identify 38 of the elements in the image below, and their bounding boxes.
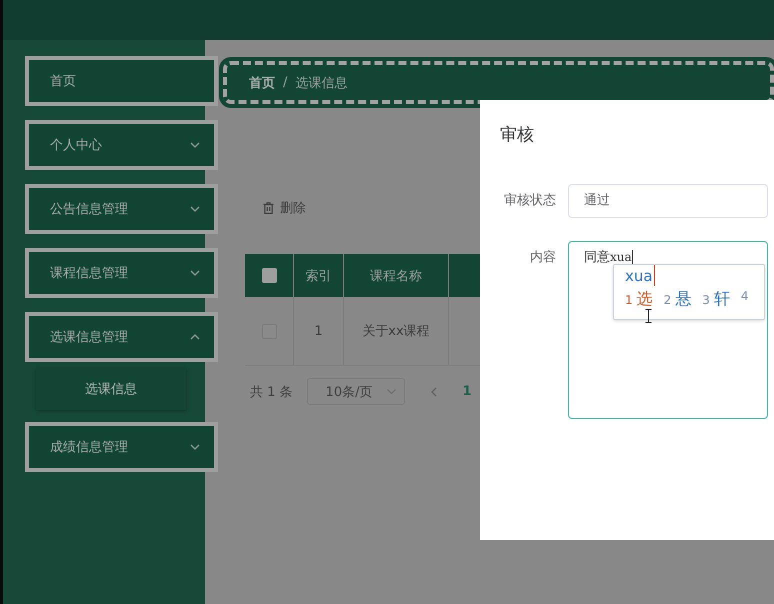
ime-candidate[interactable]: 3 轩 <box>702 289 730 310</box>
checkbox[interactable] <box>262 268 276 283</box>
menu-item[interactable]: 个人中心 <box>25 120 218 170</box>
menu-item[interactable]: 选课信息管理 <box>25 312 218 362</box>
ime-candidate[interactable]: 1 选 <box>625 289 653 310</box>
content-field[interactable]: 同意xua xua 1 选 2 悬 3 轩 4 <box>568 241 768 419</box>
chevron-down-icon <box>190 270 200 276</box>
menu-item[interactable]: 公告信息管理 <box>25 184 218 234</box>
breadcrumb-link[interactable]: 首页 <box>249 74 275 92</box>
table-cell: 1 <box>294 297 344 365</box>
chevron-left-icon <box>430 386 437 396</box>
menu-item[interactable]: 成绩信息管理 <box>25 422 218 472</box>
status-select[interactable]: 通过 <box>568 184 768 218</box>
chevron-down-icon <box>190 142 200 148</box>
column-header: 索引 <box>294 254 344 297</box>
ime-input-text: xua <box>614 265 655 286</box>
chevron-down-icon <box>190 206 200 212</box>
breadcrumb-separator: / <box>283 75 288 90</box>
trash-icon <box>263 202 274 214</box>
chevron-up-icon <box>190 334 200 340</box>
previous-page-button[interactable] <box>428 384 439 398</box>
breadcrumb-link[interactable]: 选课信息 <box>295 74 348 92</box>
table-cell: 关于xx课程 <box>344 297 449 365</box>
dialog-title: 审核 <box>500 124 535 146</box>
submenu-item[interactable]: 选课信息 <box>36 368 186 410</box>
ime-candidate[interactable]: 4 <box>740 289 749 310</box>
total-count: 共 1 条 <box>250 384 293 400</box>
column-header: 课程名称 <box>344 254 449 297</box>
page-size-select[interactable]: 10条/页 <box>306 378 405 405</box>
text-cursor-icon <box>645 309 652 323</box>
ime-candidate[interactable]: 2 悬 <box>664 289 692 310</box>
delete-button[interactable]: 删除 <box>263 199 306 217</box>
chevron-down-icon <box>386 389 396 394</box>
menu-item[interactable]: 首页 <box>25 56 218 106</box>
menu-item[interactable]: 课程信息管理 <box>25 248 218 298</box>
chevron-down-icon <box>190 444 200 450</box>
field-label: 内容 <box>529 249 557 267</box>
field-label: 审核状态 <box>503 192 557 210</box>
